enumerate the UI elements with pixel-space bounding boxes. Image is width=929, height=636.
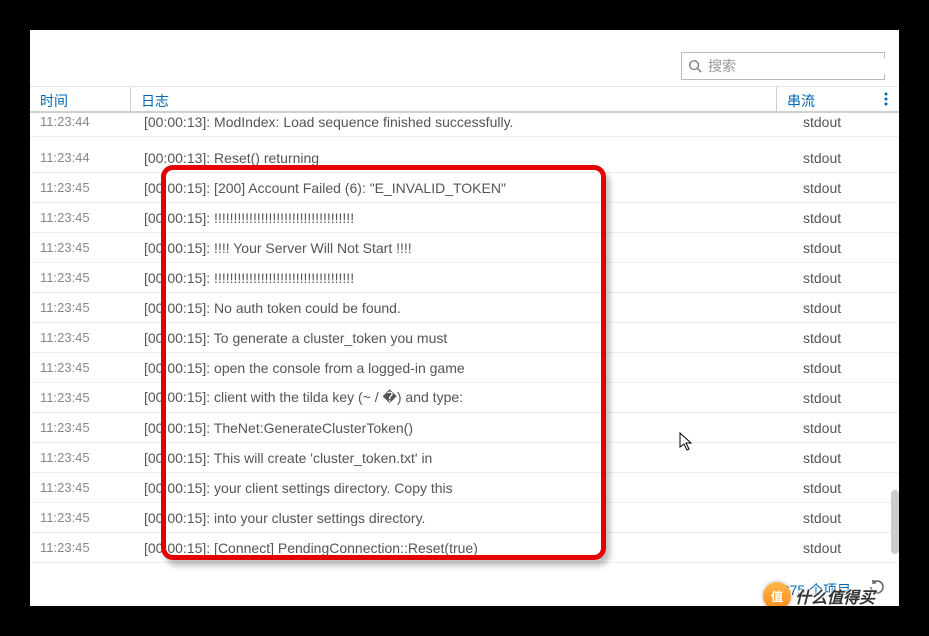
cell-log: [00:00:13]: ModIndex: Load sequence fini… bbox=[130, 114, 803, 130]
table-row[interactable]: 11:23:45[00:00:15]: !!!! Your Server Wil… bbox=[30, 233, 899, 263]
item-count: 375 个项目 bbox=[782, 580, 851, 600]
refresh-icon bbox=[869, 579, 885, 595]
cell-log: [00:00:15]: into your cluster settings d… bbox=[130, 510, 803, 526]
scrollbar-thumb[interactable] bbox=[891, 490, 899, 554]
cell-stream: stdout bbox=[803, 270, 899, 286]
table-row[interactable]: 11:23:45[00:00:15]: [200] Account Failed… bbox=[30, 173, 899, 203]
cell-stream: stdout bbox=[803, 240, 899, 256]
cell-time: 11:23:45 bbox=[30, 420, 130, 435]
cell-stream: stdout bbox=[803, 114, 899, 130]
footer: 375 个项目 bbox=[782, 579, 885, 600]
search-box[interactable] bbox=[681, 52, 885, 80]
cell-log: [00:00:15]: No auth token could be found… bbox=[130, 300, 803, 316]
cell-stream: stdout bbox=[803, 300, 899, 316]
cell-log: [00:00:15]: This will create 'cluster_to… bbox=[130, 450, 803, 466]
cell-log: [00:00:15]: [Connect] PendingConnection:… bbox=[130, 540, 803, 556]
log-viewer-window: 时间 日志 串流 11:23:44[00:00:13]: ModIndex: L… bbox=[30, 30, 899, 606]
cell-time: 11:23:45 bbox=[30, 270, 130, 285]
cell-time: 11:23:45 bbox=[30, 480, 130, 495]
search-icon bbox=[688, 59, 702, 73]
cell-log: [00:00:15]: TheNet:GenerateClusterToken(… bbox=[130, 420, 803, 436]
cell-stream: stdout bbox=[803, 360, 899, 376]
more-icon bbox=[884, 92, 888, 106]
search-area bbox=[30, 30, 899, 86]
cell-stream: stdout bbox=[803, 510, 899, 526]
cell-stream: stdout bbox=[803, 450, 899, 466]
refresh-button[interactable] bbox=[869, 579, 885, 600]
cell-time: 11:23:45 bbox=[30, 240, 130, 255]
table-row[interactable]: 11:23:45[00:00:15]: To generate a cluste… bbox=[30, 323, 899, 353]
table-row[interactable]: 11:23:45[00:00:15]: [Connect] PendingCon… bbox=[30, 533, 899, 563]
cell-log: [00:00:15]: !!!!!!!!!!!!!!!!!!!!!!!!!!!!… bbox=[130, 270, 803, 286]
cell-stream: stdout bbox=[803, 420, 899, 436]
table-row[interactable]: 11:23:44[00:00:13]: Reset() returningstd… bbox=[30, 143, 899, 173]
cell-time: 11:23:44 bbox=[30, 150, 130, 165]
cell-time: 11:23:45 bbox=[30, 330, 130, 345]
cell-time: 11:23:44 bbox=[30, 114, 130, 129]
cell-time: 11:23:45 bbox=[30, 540, 130, 555]
cell-stream: stdout bbox=[803, 150, 899, 166]
table-row[interactable]: 11:23:45[00:00:15]: !!!!!!!!!!!!!!!!!!!!… bbox=[30, 203, 899, 233]
cell-time: 11:23:45 bbox=[30, 300, 130, 315]
table-row[interactable]: 11:23:44[00:00:13]: ModIndex: Load seque… bbox=[30, 107, 899, 137]
table-row[interactable]: 11:23:45[00:00:15]: your client settings… bbox=[30, 473, 899, 503]
cell-stream: stdout bbox=[803, 480, 899, 496]
log-table: 时间 日志 串流 11:23:44[00:00:13]: ModIndex: L… bbox=[30, 86, 899, 563]
cell-stream: stdout bbox=[803, 330, 899, 346]
cell-stream: stdout bbox=[803, 210, 899, 226]
cell-time: 11:23:45 bbox=[30, 450, 130, 465]
table-row[interactable]: 11:23:45[00:00:15]: TheNet:GenerateClust… bbox=[30, 413, 899, 443]
search-input[interactable] bbox=[708, 58, 889, 74]
table-row[interactable]: 11:23:45[00:00:15]: into your cluster se… bbox=[30, 503, 899, 533]
table-row[interactable]: 11:23:45[00:00:15]: This will create 'cl… bbox=[30, 443, 899, 473]
cell-log: [00:00:15]: !!!!!!!!!!!!!!!!!!!!!!!!!!!!… bbox=[130, 210, 803, 226]
table-row[interactable]: 11:23:45[00:00:15]: client with the tild… bbox=[30, 383, 899, 413]
cell-time: 11:23:45 bbox=[30, 510, 130, 525]
cell-time: 11:23:45 bbox=[30, 390, 130, 405]
cell-log: [00:00:15]: your client settings directo… bbox=[130, 480, 803, 496]
table-row[interactable]: 11:23:45[00:00:15]: !!!!!!!!!!!!!!!!!!!!… bbox=[30, 263, 899, 293]
cell-log: [00:00:15]: open the console from a logg… bbox=[130, 360, 803, 376]
cell-stream: stdout bbox=[803, 390, 899, 406]
cell-log: [00:00:15]: [200] Account Failed (6): "E… bbox=[130, 180, 803, 196]
cell-time: 11:23:45 bbox=[30, 360, 130, 375]
table-row[interactable]: 11:23:45[00:00:15]: No auth token could … bbox=[30, 293, 899, 323]
cell-stream: stdout bbox=[803, 540, 899, 556]
cell-time: 11:23:45 bbox=[30, 210, 130, 225]
cell-time: 11:23:45 bbox=[30, 180, 130, 195]
cell-log: [00:00:15]: !!!! Your Server Will Not St… bbox=[130, 240, 803, 256]
cell-stream: stdout bbox=[803, 180, 899, 196]
table-row[interactable]: 11:23:45[00:00:15]: open the console fro… bbox=[30, 353, 899, 383]
table-body: 11:23:44[00:00:13]: ModIndex: Load seque… bbox=[30, 113, 899, 563]
cell-log: [00:00:15]: To generate a cluster_token … bbox=[130, 330, 803, 346]
cell-log: [00:00:15]: client with the tilda key (~… bbox=[130, 389, 803, 406]
cell-log: [00:00:13]: Reset() returning bbox=[130, 150, 803, 166]
